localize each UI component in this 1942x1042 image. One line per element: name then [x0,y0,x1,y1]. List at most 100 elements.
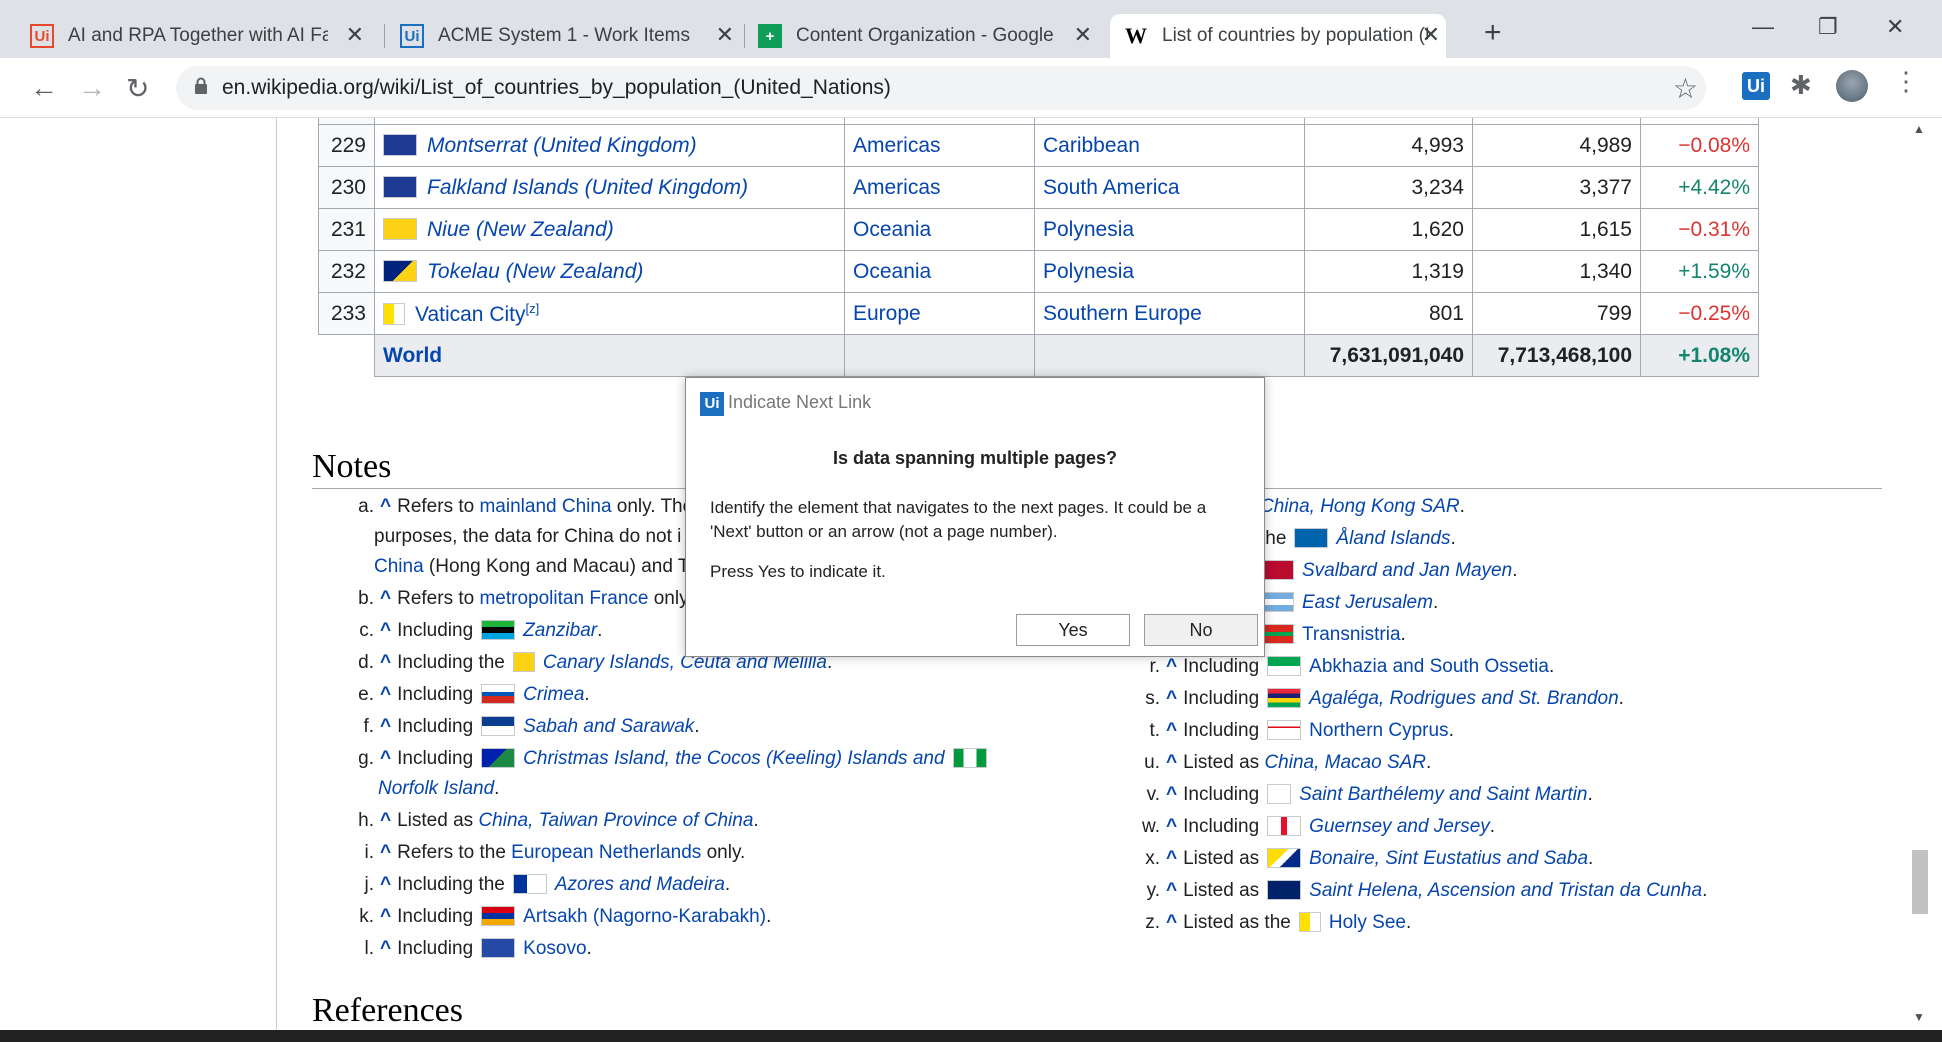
rank-cell: 233 [318,292,375,335]
region-link[interactable]: Oceania [844,250,1035,293]
population-cell: 1,340 [1472,250,1641,293]
flag-icon [383,302,405,325]
new-tab-button[interactable]: + [1484,16,1502,50]
flag-icon [481,684,516,704]
close-icon[interactable]: ✕ [1422,22,1440,48]
uipath-extension-icon[interactable]: Ui [1742,72,1770,100]
yes-button[interactable]: Yes [1016,614,1130,646]
region-link[interactable]: Europe [844,292,1035,335]
region-link[interactable]: Oceania [844,208,1035,251]
dialog-title: Indicate Next Link [728,392,872,412]
taskbar [0,1030,1942,1042]
flag-icon [952,748,987,768]
lock-icon [195,77,207,94]
country-link[interactable]: Niue [427,218,470,241]
population-cell: 1,620 [1304,208,1473,251]
minimize-icon[interactable]: — [1752,14,1774,40]
country-link[interactable]: Montserrat [427,134,527,157]
note-item: China, Hong Kong SAR. [1260,496,1465,517]
tab-acme[interactable]: Ui ACME System 1 - Work Items ✕ [400,14,740,58]
extensions-puzzle-icon[interactable]: ✱ [1790,70,1812,101]
menu-dots-icon[interactable]: ⋮ [1893,66,1919,97]
note-item: v. ^ Including Saint Barthélemy and Saint M… [1146,784,1593,805]
owner-link[interactable]: (New Zealand) [506,260,644,283]
flag-icon [1260,560,1294,580]
restore-icon[interactable]: ❐ [1818,14,1838,40]
change-cell: +1.59% [1640,250,1759,293]
flag-icon [1267,688,1302,708]
owner-link[interactable]: (United Kingdom) [585,176,748,199]
flag-icon [383,175,417,198]
note-item: j. ^ Including the Azores and Madeira. [364,874,731,895]
note-item: Svalbard and Jan Mayen. [1260,560,1517,582]
subregion-link[interactable]: Polynesia [1034,250,1305,293]
close-icon[interactable]: ✕ [346,22,364,48]
back-arrow-icon[interactable]: ← [30,72,58,104]
tab-title: ACME System 1 - Work Items [438,25,690,46]
bookmark-star-icon[interactable]: ☆ [1673,72,1698,105]
region-link[interactable]: Americas [844,124,1035,167]
flag-icon [512,874,547,894]
flag-icon [481,938,516,958]
dialog-instruction: Press Yes to indicate it. [710,562,886,581]
address-bar[interactable]: en.wikipedia.org/wiki/List_of_countries_… [176,66,1706,110]
note-item: purposes, the data for China do not i [374,526,682,547]
owner-link[interactable]: (United Kingdom) [533,134,696,157]
screen: Ui AI and RPA Together with AI Fabr ✕ Ui… [0,0,1942,1042]
subregion-link[interactable]: South America [1034,166,1305,209]
reload-icon[interactable]: ↻ [126,72,149,105]
uipath-favicon-icon: Ui [400,24,424,48]
flag-icon [1267,784,1292,804]
flag-icon [481,620,516,640]
note-item: c. ^ Including Zanzibar. [359,620,603,641]
toolbar: ← → ↻ en.wikipedia.org/wiki/List_of_coun… [0,58,1942,118]
note-item: u. ^ Listed as China, Macao SAR. [1144,752,1432,773]
world-link[interactable]: World [374,334,845,377]
no-button[interactable]: No [1144,614,1258,646]
note-item: w. ^ Including Guernsey and Jersey. [1142,816,1496,837]
uipath-logo-icon: Ui [700,392,724,416]
country-link[interactable]: Tokelau [427,260,500,283]
indicate-next-link-dialog: Ui Indicate Next Link Is data spanning m… [685,377,1265,657]
tab-title: List of countries by population (U [1162,25,1428,46]
subregion-link[interactable]: Caribbean [1034,124,1305,167]
owner-link[interactable]: (New Zealand) [476,218,614,241]
population-cell: 1,615 [1472,208,1641,251]
note-item: r. ^ Including Abkhazia and South Ossetia. [1149,656,1555,677]
tab-google-sheets[interactable]: + Content Organization - Google S ✕ [758,14,1098,58]
subregion-link[interactable]: Polynesia [1034,208,1305,251]
sidebar-divider [276,118,277,1030]
tab-wikipedia[interactable]: W List of countries by population (U ✕ [1110,14,1446,58]
tab-ai-rpa[interactable]: Ui AI and RPA Together with AI Fabr ✕ [30,14,370,58]
note-item: the Åland Islands. [1260,528,1456,549]
flag-icon [1294,528,1329,548]
close-icon[interactable]: ✕ [716,22,734,48]
region-link[interactable]: Americas [844,166,1035,209]
url-text: en.wikipedia.org/wiki/List_of_countries_… [222,76,891,99]
forward-arrow-icon[interactable]: → [78,72,106,104]
scrollbar-thumb[interactable] [1912,850,1928,914]
rank-cell: 232 [318,250,375,293]
page-scrollbar[interactable]: ▲ ▼ [1906,118,1930,1030]
change-cell: −0.31% [1640,208,1759,251]
rank-cell: 229 [318,124,375,167]
close-window-icon[interactable]: ✕ [1886,14,1904,40]
subregion-link[interactable]: Southern Europe [1034,292,1305,335]
notes-heading: Notes [312,448,392,485]
country-link[interactable]: Vatican City [415,303,526,326]
note-item: a. ^ Refers to mainland China only. The [358,496,694,517]
flag-icon [481,748,516,768]
profile-avatar[interactable] [1836,70,1868,102]
flag-icon [1267,880,1302,900]
population-cell: 3,377 [1472,166,1641,209]
close-icon[interactable]: ✕ [1074,22,1092,48]
footnote-link[interactable]: [z] [526,301,540,316]
uipath-favicon-icon: Ui [30,24,54,48]
country-link[interactable]: Falkland Islands [427,176,579,199]
note-item: h. ^ Listed as China, Taiwan Province of C… [358,810,759,831]
tab-title: AI and RPA Together with AI Fabr [68,25,328,46]
note-item: i. ^ Refers to the European Netherlands on… [364,842,746,863]
scroll-up-arrow-icon[interactable]: ▲ [1913,122,1925,136]
scroll-down-arrow-icon[interactable]: ▼ [1913,1010,1925,1024]
dialog-body: Identify the element that navigates to t… [710,498,1207,541]
